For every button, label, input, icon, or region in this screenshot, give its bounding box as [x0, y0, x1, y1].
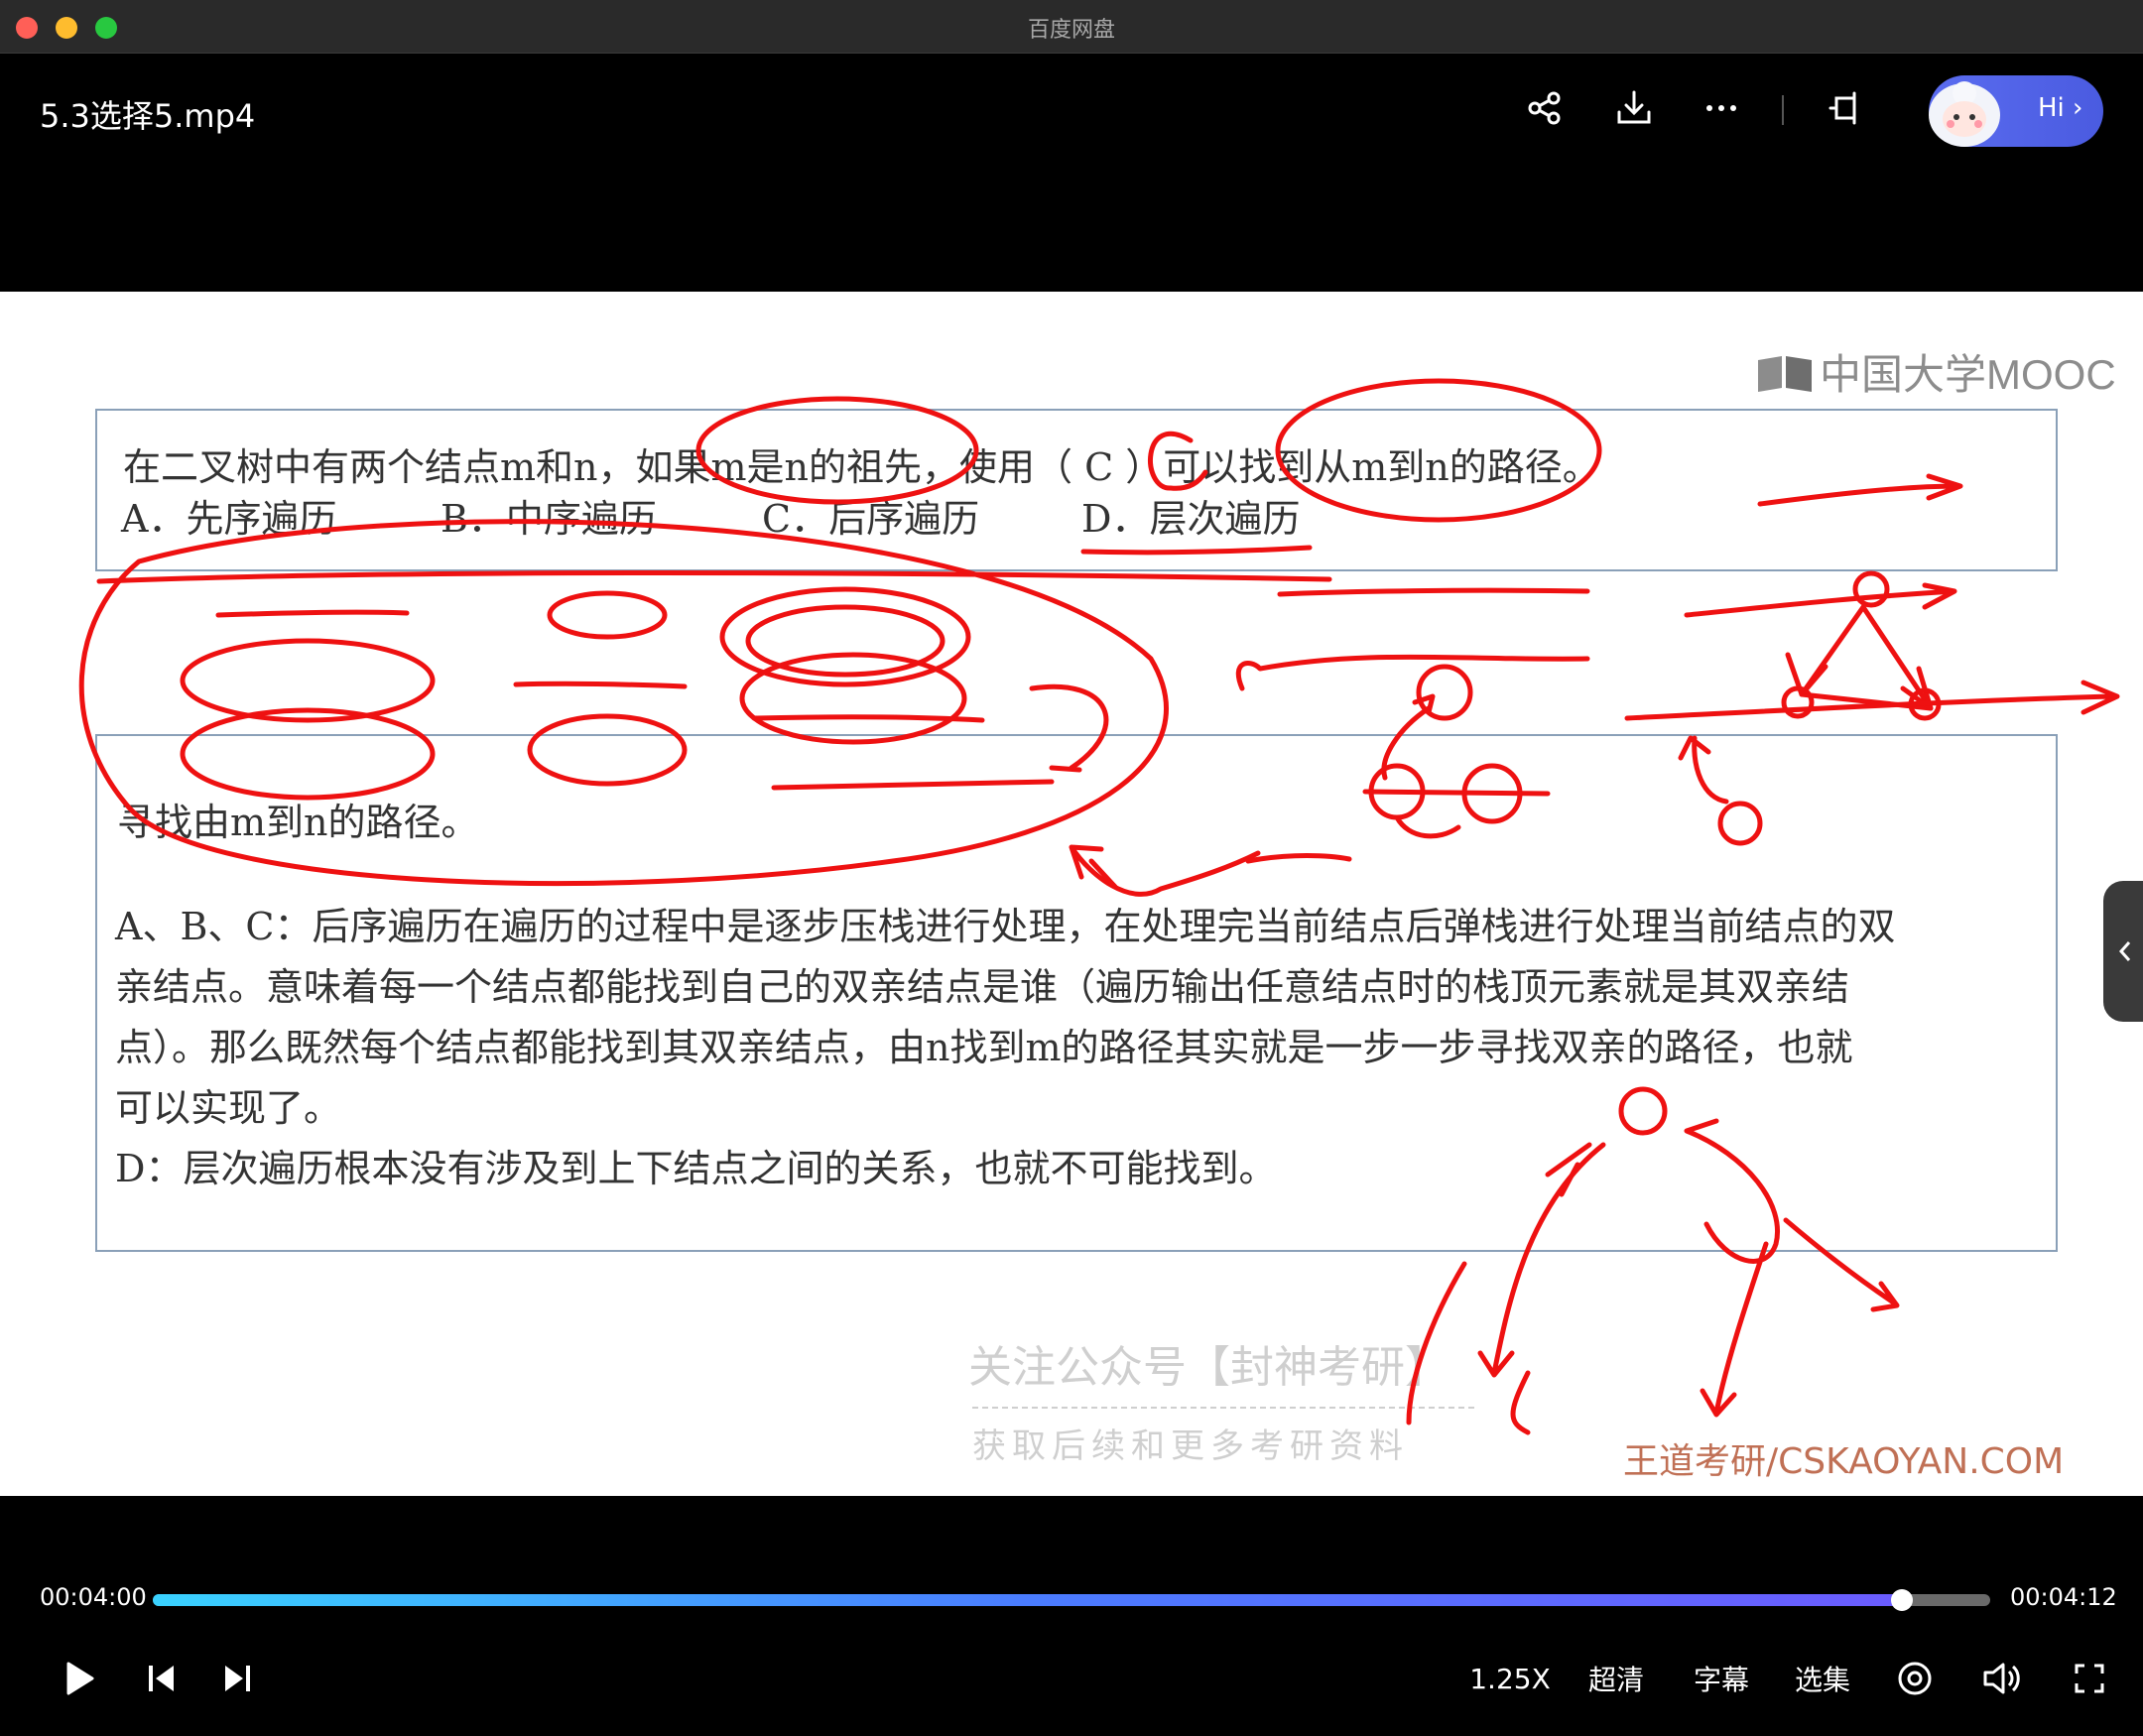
progress-bar[interactable] — [153, 1589, 1990, 1611]
header-separator — [1782, 95, 1784, 125]
target-icon — [1898, 1662, 1932, 1695]
next-button[interactable] — [210, 1651, 266, 1706]
episodes-button[interactable]: 选集 — [1788, 1651, 1857, 1706]
progress-fill — [153, 1594, 1903, 1606]
total-time: 00:04:12 — [2010, 1583, 2117, 1611]
assistant-label: Hi › — [2038, 93, 2083, 123]
skip-previous-icon — [149, 1666, 174, 1691]
title-bar: 百度网盘 — [0, 0, 2143, 54]
window-title: 百度网盘 — [1027, 18, 1115, 43]
speed-button[interactable]: 1.25X — [1462, 1651, 1558, 1706]
more-button[interactable] — [1695, 81, 1748, 135]
previous-button[interactable] — [133, 1651, 189, 1706]
subtitles-button[interactable]: 字幕 — [1687, 1651, 1756, 1706]
handwritten-annotations — [78, 378, 2120, 1435]
assistant-avatar-icon — [1929, 81, 2000, 147]
picture-in-picture-button[interactable] — [1818, 81, 1871, 135]
play-icon — [66, 1662, 94, 1695]
progress-thumb[interactable] — [1891, 1589, 1914, 1611]
download-icon — [1617, 90, 1651, 124]
quality-button[interactable]: 超清 — [1581, 1651, 1651, 1706]
danmaku-button[interactable] — [1887, 1651, 1943, 1706]
side-panel-toggle[interactable] — [2103, 881, 2143, 1022]
assistant-button[interactable]: Hi › — [1929, 75, 2103, 147]
play-button[interactable] — [52, 1651, 107, 1706]
fullscreen-icon — [2075, 1664, 2104, 1693]
download-button[interactable] — [1607, 81, 1661, 135]
skip-next-icon — [225, 1666, 250, 1691]
volume-button[interactable] — [1974, 1651, 2030, 1706]
fullscreen-button[interactable] — [2062, 1651, 2117, 1706]
current-time: 00:04:00 — [40, 1583, 147, 1611]
file-title: 5.3选择5.mp4 — [40, 97, 256, 135]
more-icon — [1706, 105, 1736, 111]
volume-icon — [1983, 1663, 2020, 1694]
share-icon — [1528, 91, 1561, 125]
picture-in-picture-icon — [1828, 91, 1856, 125]
video-frame[interactable]: 中国大学MOOC 在二叉树中有两个结点m和n，如果m是n的祖先，使用（ C ）可… — [0, 292, 2143, 1496]
share-button[interactable] — [1518, 81, 1572, 135]
chevron-left-icon — [2118, 941, 2131, 961]
